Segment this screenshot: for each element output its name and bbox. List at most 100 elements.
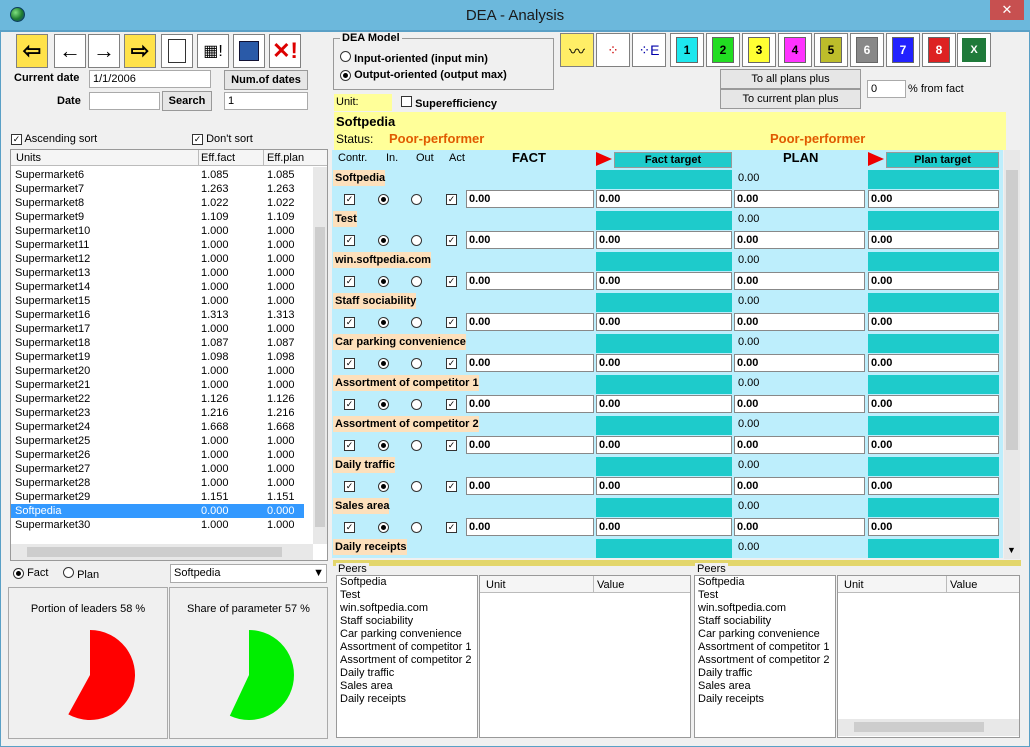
plan-target-header[interactable]: Plan target — [886, 152, 999, 168]
fact-value-input[interactable]: 0.00 — [466, 518, 594, 536]
table-row[interactable]: Supermarket11 1.000 1.000 — [11, 238, 304, 252]
plan-value-input[interactable]: 0.00 — [734, 354, 865, 372]
fact-value-input[interactable]: 0.00 — [466, 395, 594, 413]
table-row[interactable]: Supermarket6 1.085 1.085 — [11, 168, 304, 182]
new-document-button[interactable] — [161, 34, 193, 68]
plan-value-input[interactable]: 0.00 — [734, 272, 865, 290]
search-button[interactable]: Search — [162, 91, 212, 111]
table-row[interactable]: Supermarket16 1.313 1.313 — [11, 308, 304, 322]
output-oriented-radio[interactable]: Output-oriented (output max) — [340, 69, 507, 81]
plan-2-button[interactable]: 2 — [706, 33, 740, 67]
contr-checkbox[interactable]: ✓ — [344, 481, 355, 492]
col-eff-plan[interactable]: Eff.plan — [267, 152, 304, 164]
to-current-plan-button[interactable]: To current plan plus — [720, 89, 861, 109]
out-radio[interactable] — [411, 399, 422, 410]
unit-combo[interactable]: Softpedia ▼ — [170, 564, 327, 583]
plan-1-button[interactable]: 1 — [670, 33, 704, 67]
table-row[interactable]: Supermarket19 1.098 1.098 — [11, 350, 304, 364]
table-row[interactable]: Supermarket15 1.000 1.000 — [11, 294, 304, 308]
plan-target-input[interactable]: 0.00 — [868, 395, 999, 413]
excel-button[interactable]: X — [957, 33, 991, 67]
ascending-sort-checkbox[interactable]: ✓ Ascending sort — [11, 133, 97, 145]
table-row[interactable]: Supermarket14 1.000 1.000 — [11, 280, 304, 294]
plan-value-input[interactable]: 0.00 — [734, 436, 865, 454]
fact-value-input[interactable]: 0.00 — [466, 354, 594, 372]
plan-7-button[interactable]: 7 — [886, 33, 920, 67]
act-checkbox[interactable]: ✓ — [446, 399, 457, 410]
fact-radio[interactable]: Fact — [13, 567, 48, 579]
date-input[interactable] — [89, 92, 160, 110]
out-radio[interactable] — [411, 276, 422, 287]
fact-target-input[interactable]: 0.00 — [596, 231, 732, 249]
list-item[interactable]: Staff sociability — [337, 615, 477, 628]
act-checkbox[interactable]: ✓ — [446, 481, 457, 492]
contr-checkbox[interactable]: ✓ — [344, 194, 355, 205]
chart-line-button[interactable]: 〰 — [560, 33, 594, 67]
table-row[interactable]: Supermarket29 1.151 1.151 — [11, 490, 304, 504]
plan-value-input[interactable]: 0.00 — [734, 395, 865, 413]
table-row[interactable]: Supermarket28 1.000 1.000 — [11, 476, 304, 490]
fact-value-input[interactable]: 0.00 — [466, 272, 594, 290]
fact-value-input[interactable]: 0.00 — [466, 190, 594, 208]
plan-target-input[interactable]: 0.00 — [868, 477, 999, 495]
plan-6-button[interactable]: 6 — [850, 33, 884, 67]
list-item[interactable]: Assortment of competitor 1 — [337, 641, 477, 654]
plan-value-input[interactable]: 0.00 — [734, 231, 865, 249]
fact-value-input[interactable]: 0.00 — [466, 231, 594, 249]
in-radio[interactable] — [378, 194, 389, 205]
table-row[interactable]: Supermarket25 1.000 1.000 — [11, 434, 304, 448]
plan-5-button[interactable]: 5 — [814, 33, 848, 67]
fact-target-input[interactable]: 0.00 — [596, 354, 732, 372]
peers-table-2[interactable]: Unit Value — [837, 575, 1020, 738]
plan-target-arrow-icon[interactable] — [868, 152, 884, 166]
contr-checkbox[interactable]: ✓ — [344, 440, 355, 451]
splitter[interactable] — [333, 560, 1021, 566]
plan-4-button[interactable]: 4 — [778, 33, 812, 67]
peers-list-1[interactable]: Softpedia Test win.softpedia.com Staff soci… — [336, 575, 478, 738]
plan-target-input[interactable]: 0.00 — [868, 354, 999, 372]
table-row[interactable]: Supermarket21 1.000 1.000 — [11, 378, 304, 392]
plan-value-input[interactable]: 0.00 — [734, 477, 865, 495]
peers-col-unit-1[interactable]: Unit — [486, 579, 506, 591]
table-row[interactable]: Supermarket18 1.087 1.087 — [11, 336, 304, 350]
table-row[interactable]: Softpedia 0.000 0.000 — [11, 504, 304, 518]
out-radio[interactable] — [411, 440, 422, 451]
out-radio[interactable] — [411, 194, 422, 205]
peers-table-1[interactable]: Unit Value — [479, 575, 691, 738]
plan-value-input[interactable]: 0.00 — [734, 518, 865, 536]
act-checkbox[interactable]: ✓ — [446, 440, 457, 451]
fact-target-input[interactable]: 0.00 — [596, 395, 732, 413]
units-list[interactable]: Units Eff.fact Eff.plan Supermarket6 1.08… — [10, 149, 328, 561]
out-radio[interactable] — [411, 481, 422, 492]
fact-value-input[interactable]: 0.00 — [466, 436, 594, 454]
last-record-button[interactable]: ⇨ — [124, 34, 156, 68]
fact-value-input[interactable]: 0.00 — [466, 313, 594, 331]
col-eff-fact[interactable]: Eff.fact — [201, 152, 235, 164]
peers-col-value-1[interactable]: Value — [597, 579, 624, 591]
plan-3-button[interactable]: 3 — [742, 33, 776, 67]
act-checkbox[interactable]: ✓ — [446, 317, 457, 328]
act-checkbox[interactable]: ✓ — [446, 194, 457, 205]
list-item[interactable]: Assortment of competitor 2 — [695, 654, 835, 667]
table-row[interactable]: Supermarket9 1.109 1.109 — [11, 210, 304, 224]
act-checkbox[interactable]: ✓ — [446, 358, 457, 369]
delete-button[interactable]: ✕! — [269, 34, 301, 68]
list-item[interactable]: Car parking convenience — [337, 628, 477, 641]
table-row[interactable]: Supermarket30 1.000 1.000 — [11, 518, 304, 532]
peers-list-2[interactable]: Softpedia Test win.softpedia.com Staff soci… — [694, 575, 836, 738]
fact-value-input[interactable]: 0.00 — [466, 477, 594, 495]
out-radio[interactable] — [411, 317, 422, 328]
plan-radio[interactable]: Plan — [63, 567, 99, 581]
peers-col-value-2[interactable]: Value — [950, 579, 977, 591]
next-record-button[interactable]: → — [88, 34, 120, 68]
col-units[interactable]: Units — [16, 152, 41, 164]
list-item[interactable]: Daily receipts — [337, 693, 477, 706]
fact-target-input[interactable]: 0.00 — [596, 436, 732, 454]
peers-hscrollbar[interactable] — [838, 719, 1019, 736]
scatter-button[interactable]: ⁘ — [596, 33, 630, 67]
current-date-input[interactable]: 1/1/2006 — [89, 70, 211, 88]
list-item[interactable]: Sales area — [695, 680, 835, 693]
scatter-e-button[interactable]: ⁘E — [632, 33, 666, 67]
table-row[interactable]: Supermarket20 1.000 1.000 — [11, 364, 304, 378]
plan-target-input[interactable]: 0.00 — [868, 313, 999, 331]
